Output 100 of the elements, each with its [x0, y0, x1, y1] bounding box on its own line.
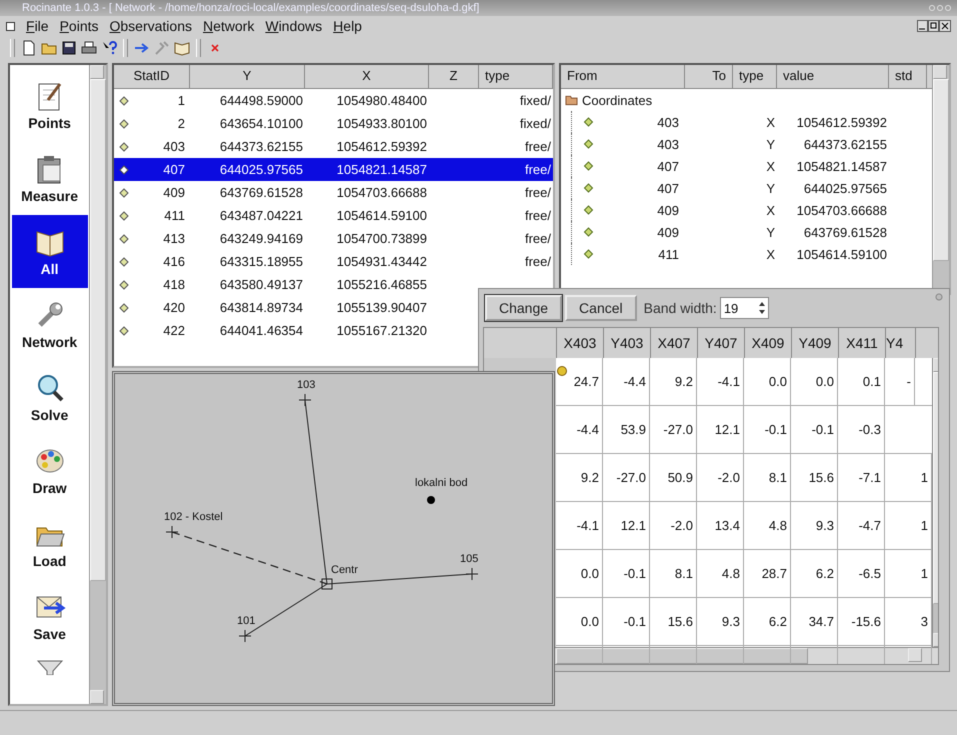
- menu-item[interactable]: Observations: [110, 18, 192, 34]
- table-row[interactable]: 416 643315.18955 1054931.43442 free/: [114, 250, 553, 273]
- table-cell-text: 643814.89734: [218, 300, 304, 315]
- printer-icon[interactable]: [81, 40, 97, 56]
- table-cell-text: 644025.97565: [218, 162, 304, 177]
- table-row[interactable]: 407 644025.97565 1054821.14587 free/: [114, 158, 553, 181]
- table-cell-text: 643654.10100: [218, 116, 304, 131]
- table-cell-text: 1054821.14587: [336, 162, 428, 177]
- menu-item[interactable]: Points: [60, 18, 98, 34]
- table-cell: 0.0: [791, 358, 838, 405]
- table-cell-text: 1: [178, 93, 186, 108]
- mdi-buttons-icon[interactable]: [917, 20, 951, 32]
- table-cell-text: 409: [657, 224, 680, 240]
- point-label: lokalni bod: [415, 477, 468, 489]
- point-icon: [118, 94, 130, 106]
- window-title: Rocinante 1.0.3 - [ Network - /home/honza/roci-local/examples/coordinates/seq-dsuloha-d.gkf]: [22, 2, 480, 14]
- resize-grip-icon[interactable]: [935, 293, 943, 301]
- dialog-button[interactable]: Cancel: [565, 295, 637, 321]
- field-label: Band width:: [644, 300, 717, 316]
- table-cell: -0.1: [603, 598, 650, 645]
- sidebar-item[interactable]: Load: [12, 507, 88, 580]
- column-header[interactable]: From: [561, 65, 685, 88]
- table-cell-text: 1054933.80100: [336, 116, 428, 131]
- column-header[interactable]: To: [685, 65, 733, 88]
- sidebar-item[interactable]: All: [12, 215, 88, 288]
- table-cell: 12.1: [603, 502, 650, 549]
- new-file-icon[interactable]: [21, 40, 37, 56]
- book-icon[interactable]: [174, 40, 190, 56]
- help-icon[interactable]: [101, 40, 117, 56]
- point-icon: [118, 140, 130, 152]
- scrollbar[interactable]: [89, 65, 106, 704]
- table-row[interactable]: 418 643580.49137 1055216.46855: [114, 273, 553, 296]
- table-cell: -0.1: [603, 550, 650, 597]
- table-cell: 50.9: [650, 454, 697, 501]
- table-cell-text: 409: [163, 185, 186, 200]
- point-icon: [582, 248, 595, 260]
- table-cell: 9.3: [697, 598, 744, 645]
- table-cell-text: X: [765, 246, 776, 262]
- table-cell-text: 413: [163, 231, 186, 246]
- spin-field[interactable]: 19: [720, 297, 769, 319]
- column-header[interactable]: type: [733, 65, 777, 88]
- table-row[interactable]: 403 644373.62155 1054612.59392 free/: [114, 135, 553, 158]
- table-cell: 15.6: [650, 598, 697, 645]
- sidebar-item[interactable]: Save: [12, 580, 88, 653]
- table-cell: -0.3: [838, 406, 885, 453]
- table-cell-text: 643315.18955: [218, 254, 304, 269]
- point-label: 105: [460, 553, 478, 565]
- column-header[interactable]: Y: [190, 65, 305, 88]
- table-cell-text: 407: [657, 158, 680, 174]
- menu-item[interactable]: File: [26, 18, 49, 34]
- column-header[interactable]: StatID: [114, 65, 190, 88]
- table-row[interactable]: 422 644041.46354 1055167.21320: [114, 319, 553, 342]
- table-cell: -4.1: [556, 502, 603, 549]
- column-header[interactable]: X: [305, 65, 429, 88]
- sidebar-item[interactable]: Solve: [12, 361, 88, 434]
- menu-item[interactable]: Help: [333, 18, 362, 34]
- table-cell: 13.4: [697, 502, 744, 549]
- table-cell: -4.1: [697, 358, 744, 405]
- dialog-button[interactable]: Change: [485, 295, 562, 321]
- table-cell-text: 644373.62155: [218, 139, 304, 154]
- table-cell-text: free/: [524, 231, 552, 246]
- table-cell-text: free/: [524, 208, 552, 223]
- table-cell: -27.0: [603, 454, 650, 501]
- table-cell: 4.8: [744, 502, 791, 549]
- table-row[interactable]: 1 644498.59000 1054980.48400 fixed/: [114, 89, 553, 112]
- point-label: 103: [297, 379, 316, 391]
- point-icon: [118, 232, 130, 244]
- table-row[interactable]: 411 643487.04221 1054614.59100 free/: [114, 204, 553, 227]
- table-row[interactable]: 409 643769.61528 1054703.66688 free/: [114, 181, 553, 204]
- column-header[interactable]: value: [777, 65, 889, 88]
- column-header[interactable]: type: [479, 65, 553, 88]
- sidebar-item[interactable]: Measure: [12, 142, 88, 215]
- table-cell-text: fixed/: [518, 93, 552, 108]
- column-header[interactable]: std: [889, 65, 927, 88]
- table-cell-text: 1054612.59392: [336, 139, 428, 154]
- table-cell-text: free/: [524, 185, 552, 200]
- table-cell: -2.0: [697, 454, 744, 501]
- table-cell-text: 418: [163, 277, 186, 292]
- table-cell-text: free/: [524, 139, 552, 154]
- menu-item[interactable]: Network: [202, 18, 254, 34]
- table-row[interactable]: 2 643654.10100 1054933.80100 fixed/: [114, 112, 553, 135]
- window-buttons-icon[interactable]: [929, 4, 951, 12]
- table-row[interactable]: 413 643249.94169 1054700.73899 free/: [114, 227, 553, 250]
- table-cell: 9.3: [791, 502, 838, 549]
- table-cell: -0.1: [744, 406, 791, 453]
- table-cell: -0.1: [791, 406, 838, 453]
- point-marker: [298, 394, 312, 406]
- column-header[interactable]: Z: [429, 65, 479, 88]
- tree-group-label[interactable]: Coordinates: [582, 92, 652, 108]
- sidebar-item[interactable]: Points: [12, 69, 88, 142]
- sidebar-item[interactable]: Draw: [12, 434, 88, 507]
- table-cell-text: 403: [657, 136, 680, 152]
- table-cell-text: 420: [163, 300, 186, 315]
- table-cell-text: 643249.94169: [218, 231, 304, 246]
- table-cell: -2.0: [650, 502, 697, 549]
- table-cell-text: 1054700.73899: [336, 231, 428, 246]
- menu-item[interactable]: Windows: [265, 18, 322, 34]
- table-cell: 6.2: [744, 598, 791, 645]
- point-marker: [238, 630, 252, 642]
- sidebar-item[interactable]: Network: [12, 288, 88, 361]
